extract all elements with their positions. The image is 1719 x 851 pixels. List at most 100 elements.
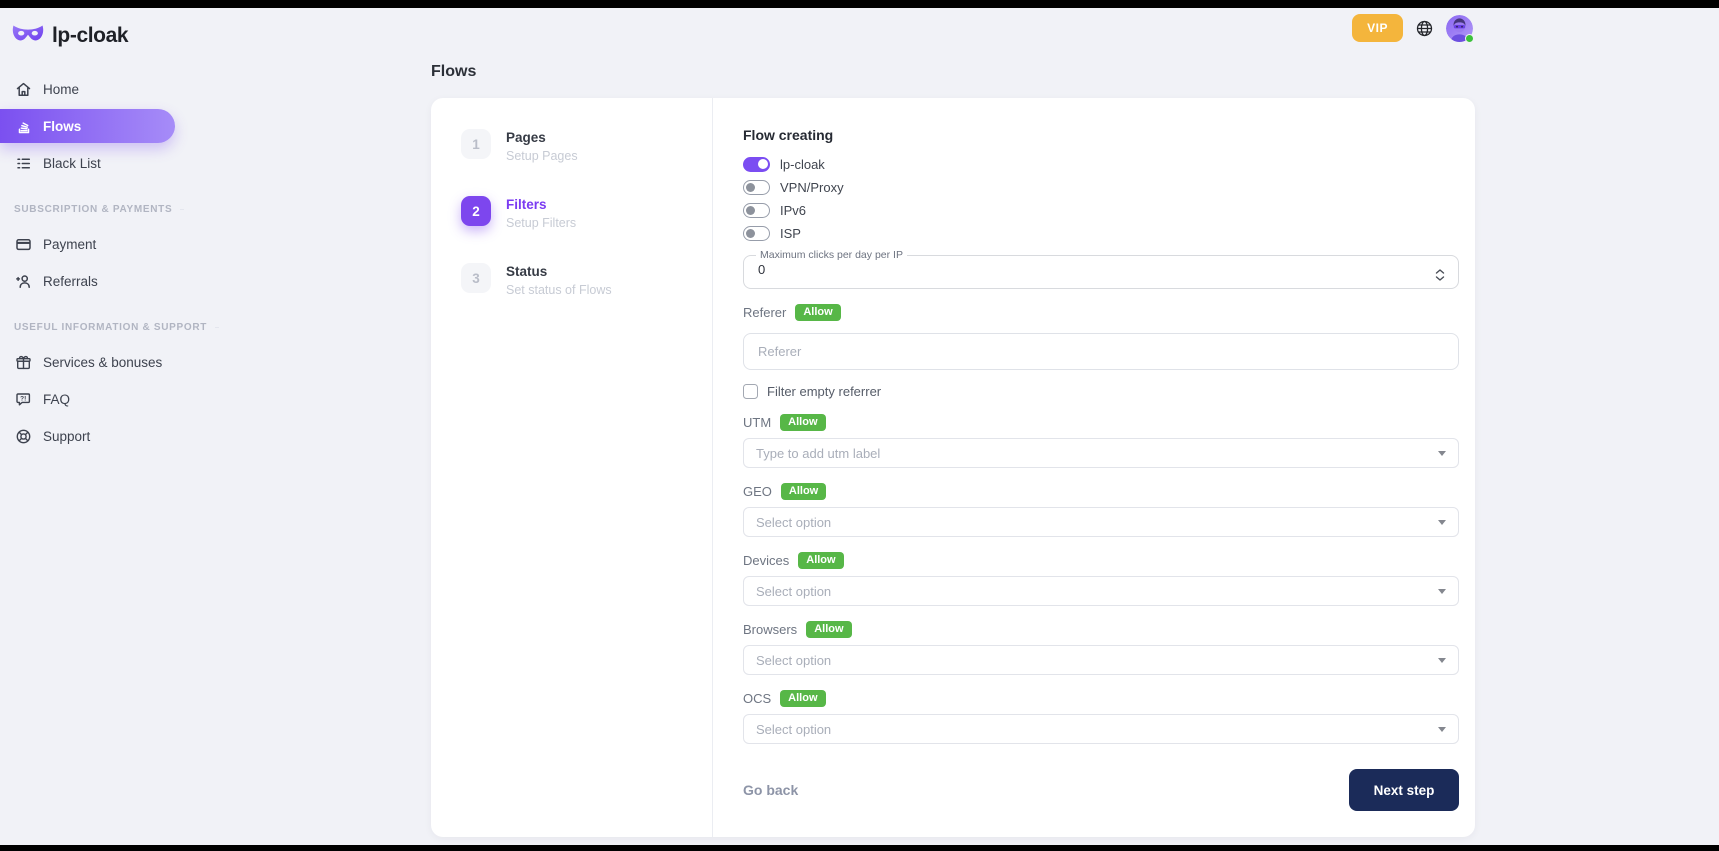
wizard-step-pages[interactable]: 1 Pages Setup Pages [461,129,712,163]
isp-toggle[interactable] [743,226,770,241]
sidebar-item-referrals[interactable]: Referrals [0,264,175,298]
home-icon [14,80,32,98]
ocs-label-row: OCS Allow [743,690,1459,707]
sidebar-item-support[interactable]: Support [0,419,175,453]
bottom-letterbox [0,845,1719,851]
chevron-down-icon [1438,727,1446,732]
number-stepper[interactable] [1435,268,1445,281]
sidebar-item-label: Referrals [43,274,98,289]
section-label: USEFUL INFORMATION & SUPPORT [14,322,207,333]
sidebar: lp-cloak Home Flows [0,8,175,456]
utm-label-row: UTM Allow [743,414,1459,431]
globe-icon[interactable] [1416,20,1433,37]
gift-icon [14,353,32,371]
sidebar-item-services[interactable]: Services & bonuses [0,345,175,379]
ocs-label: OCS [743,691,771,706]
referer-input[interactable] [743,333,1459,370]
lifebuoy-icon [14,427,32,445]
geo-label: GEO [743,484,772,499]
section-label: SUBSCRIPTION & PAYMENTS [14,204,172,215]
geo-select-placeholder: Select option [756,515,831,530]
sidebar-item-label: Flows [43,119,81,134]
browsers-allow-badge[interactable]: Allow [806,621,851,638]
devices-label: Devices [743,553,789,568]
devices-allow-badge[interactable]: Allow [798,552,843,569]
credit-card-icon [14,235,32,253]
step-number: 3 [461,263,491,293]
sidebar-item-label: FAQ [43,392,70,407]
main-content: Flows 1 Pages Setup Pages 2 Filters Setu… [431,63,1475,837]
step-number: 1 [461,129,491,159]
top-letterbox [0,0,1719,8]
sidebar-item-home[interactable]: Home [0,72,175,106]
toggle-row-vpn-proxy: VPN/Proxy [743,180,1459,195]
brand-logo[interactable]: lp-cloak [0,8,175,48]
ipv6-toggle[interactable] [743,203,770,218]
ocs-allow-badge[interactable]: Allow [780,690,825,707]
toggle-label: VPN/Proxy [780,180,844,195]
filter-empty-referrer-label: Filter empty referrer [767,384,881,399]
sidebar-item-faq[interactable]: ?! FAQ [0,382,175,416]
sidebar-nav: Home Flows Black List SUBSCRIPTION & PAY… [0,72,175,453]
avatar[interactable] [1446,15,1473,42]
svg-text:?!: ?! [20,395,26,402]
flows-stack-icon [14,117,32,135]
wizard-step-filters[interactable]: 2 Filters Setup Filters [461,196,712,230]
sidebar-item-label: Home [43,82,79,97]
geo-allow-badge[interactable]: Allow [781,483,826,500]
filter-empty-referrer-checkbox[interactable] [743,384,758,399]
brand-name: lp-cloak [52,24,128,48]
go-back-button[interactable]: Go back [743,782,798,798]
toggle-row-ipv6: IPv6 [743,203,1459,218]
sidebar-item-label: Services & bonuses [43,355,162,370]
devices-label-row: Devices Allow [743,552,1459,569]
chevron-down-icon [1438,520,1446,525]
step-subtitle: Set status of Flows [506,283,612,297]
sidebar-item-flows[interactable]: Flows [0,109,175,143]
ocs-select[interactable]: Select option [743,714,1459,744]
sidebar-item-black-list[interactable]: Black List [0,146,175,180]
online-status-dot [1465,34,1474,43]
filter-empty-referrer-row[interactable]: Filter empty referrer [743,384,1459,399]
flow-form: Flow creating lp-cloak VPN/Proxy IPv6 IS… [713,98,1475,837]
geo-select[interactable]: Select option [743,507,1459,537]
toggle-list: lp-cloak VPN/Proxy IPv6 ISP [743,157,1459,241]
toggle-label: lp-cloak [780,157,825,172]
sidebar-item-label: Support [43,429,90,444]
max-clicks-label: Maximum clicks per day per IP [756,249,907,261]
devices-select-placeholder: Select option [756,584,831,599]
max-clicks-input[interactable] [752,261,1377,282]
mask-logo-icon [12,23,44,48]
next-step-button[interactable]: Next step [1349,769,1459,811]
utm-label: UTM [743,415,771,430]
browsers-label-row: Browsers Allow [743,621,1459,638]
max-clicks-field: Maximum clicks per day per IP [743,249,1459,289]
vpn-proxy-toggle[interactable] [743,180,770,195]
utm-select[interactable]: Type to add utm label [743,438,1459,468]
referer-label: Referer [743,305,786,320]
sidebar-section-info: USEFUL INFORMATION & SUPPORT [14,322,165,333]
toggle-label: IPv6 [780,203,806,218]
toggle-row-lp-cloak: lp-cloak [743,157,1459,172]
utm-allow-badge[interactable]: Allow [780,414,825,431]
lp-cloak-toggle[interactable] [743,157,770,172]
utm-select-placeholder: Type to add utm label [756,446,880,461]
toggle-label: ISP [780,226,801,241]
chevron-down-icon [1438,451,1446,456]
flow-card: 1 Pages Setup Pages 2 Filters Setup Filt… [431,98,1475,837]
sidebar-item-payment[interactable]: Payment [0,227,175,261]
browsers-select[interactable]: Select option [743,645,1459,675]
faq-bubble-icon: ?! [14,390,32,408]
sidebar-item-label: Payment [43,237,96,252]
referer-allow-badge[interactable]: Allow [795,304,840,321]
toggle-row-isp: ISP [743,226,1459,241]
form-footer: Go back Next step [743,769,1459,811]
wizard-steps: 1 Pages Setup Pages 2 Filters Setup Filt… [431,98,713,837]
devices-select[interactable]: Select option [743,576,1459,606]
section-divider [180,209,184,210]
wizard-step-status[interactable]: 3 Status Set status of Flows [461,263,712,297]
form-title: Flow creating [743,127,1459,143]
referrals-person-icon [14,272,32,290]
vip-button[interactable]: VIP [1352,14,1403,42]
chevron-down-icon [1438,589,1446,594]
